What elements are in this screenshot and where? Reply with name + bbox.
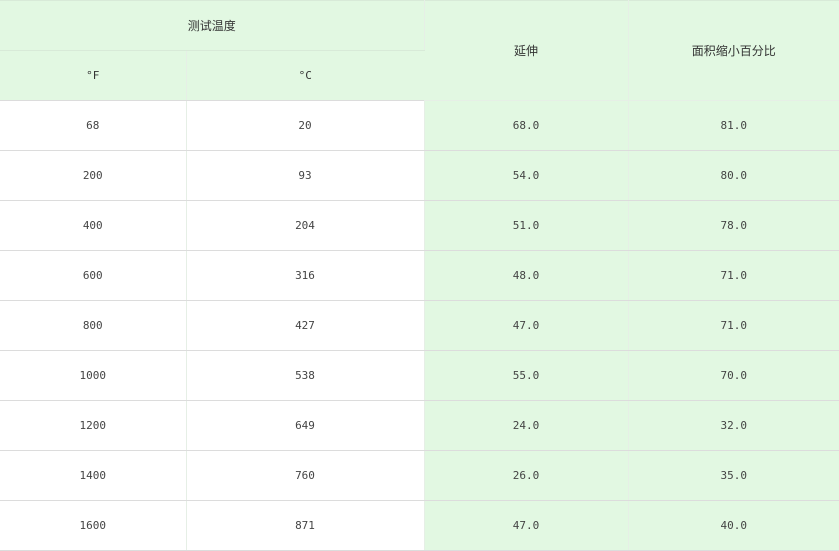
- area-reduction-cell: 70.0: [628, 350, 839, 401]
- table-row: 600 316 48.0 71.0: [0, 250, 839, 301]
- area-reduction-cell: 71.0: [628, 250, 839, 301]
- elongation-cell: 54.0: [424, 150, 629, 201]
- fahrenheit-cell: 1400: [0, 450, 187, 501]
- fahrenheit-cell: 1000: [0, 350, 187, 401]
- table-body: 68 20 68.0 81.0 200 93 54.0 80.0 400 204 51.0 78.0 6…: [0, 100, 839, 551]
- area-reduction-cell: 78.0: [628, 200, 839, 251]
- celsius-cell: 427: [186, 300, 425, 351]
- fahrenheit-cell: 200: [0, 150, 187, 201]
- table-row: 200 93 54.0 80.0: [0, 150, 839, 201]
- table-row: 1400 760 26.0 35.0: [0, 450, 839, 501]
- celsius-cell: 871: [186, 500, 425, 551]
- area-reduction-cell: 40.0: [628, 500, 839, 551]
- celsius-cell: 316: [186, 250, 425, 301]
- temperature-properties-table: 测试温度 延伸 面积缩小百分比 °F °C 68 20 68.0 81.0 200 93 5…: [0, 0, 839, 551]
- elongation-cell: 55.0: [424, 350, 629, 401]
- table-row: 1000 538 55.0 70.0: [0, 350, 839, 401]
- elongation-cell: 48.0: [424, 250, 629, 301]
- fahrenheit-cell: 600: [0, 250, 187, 301]
- test-temperature-header: 测试温度: [0, 0, 425, 51]
- celsius-cell: 93: [186, 150, 425, 201]
- area-reduction-header: 面积缩小百分比: [628, 0, 839, 101]
- table-row: 800 427 47.0 71.0: [0, 300, 839, 351]
- fahrenheit-cell: 400: [0, 200, 187, 251]
- celsius-cell: 20: [186, 100, 425, 151]
- table-header: 测试温度 延伸 面积缩小百分比 °F °C: [0, 0, 839, 101]
- area-reduction-cell: 81.0: [628, 100, 839, 151]
- elongation-cell: 68.0: [424, 100, 629, 151]
- elongation-cell: 26.0: [424, 450, 629, 501]
- elongation-cell: 47.0: [424, 300, 629, 351]
- fahrenheit-unit-header: °F: [0, 50, 187, 101]
- header-row-1: 测试温度 延伸 面积缩小百分比: [0, 0, 839, 101]
- area-reduction-cell: 71.0: [628, 300, 839, 351]
- celsius-cell: 649: [186, 400, 425, 451]
- area-reduction-cell: 32.0: [628, 400, 839, 451]
- fahrenheit-cell: 800: [0, 300, 187, 351]
- table-row: 68 20 68.0 81.0: [0, 100, 839, 151]
- elongation-cell: 47.0: [424, 500, 629, 551]
- area-reduction-cell: 80.0: [628, 150, 839, 201]
- table-row: 400 204 51.0 78.0: [0, 200, 839, 251]
- celsius-cell: 538: [186, 350, 425, 401]
- fahrenheit-cell: 68: [0, 100, 187, 151]
- celsius-cell: 204: [186, 200, 425, 251]
- table-row: 1200 649 24.0 32.0: [0, 400, 839, 451]
- celsius-unit-header: °C: [186, 50, 425, 101]
- table-row: 1600 871 47.0 40.0: [0, 500, 839, 551]
- elongation-cell: 24.0: [424, 400, 629, 451]
- celsius-cell: 760: [186, 450, 425, 501]
- fahrenheit-cell: 1600: [0, 500, 187, 551]
- fahrenheit-cell: 1200: [0, 400, 187, 451]
- elongation-header: 延伸: [424, 0, 629, 101]
- area-reduction-cell: 35.0: [628, 450, 839, 501]
- elongation-cell: 51.0: [424, 200, 629, 251]
